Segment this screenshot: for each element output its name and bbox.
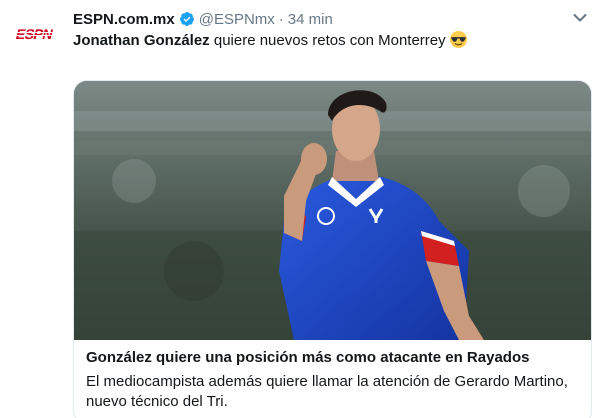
display-name[interactable]: ESPN.com.mx <box>73 11 175 28</box>
tweet-body: quiere nuevos retos con Monterrey <box>209 32 446 49</box>
sunglasses-emoji-icon <box>449 30 468 55</box>
soccer-player-photo <box>74 81 591 340</box>
card-title[interactable]: González quiere una posición más como at… <box>86 348 581 368</box>
espn-logo: ESPN <box>14 27 58 41</box>
separator-dot: · <box>278 10 284 28</box>
timestamp[interactable]: 34 min <box>288 11 333 28</box>
tweet-text: Jonathan González quiere nuevos retos co… <box>73 30 580 55</box>
svg-text:ESPN: ESPN <box>14 27 54 41</box>
chevron-down-icon[interactable] <box>572 10 588 26</box>
card-body[interactable]: González quiere una posición más como at… <box>74 340 591 412</box>
handle[interactable]: @ESPNmx <box>199 11 275 28</box>
tweet-mention: Jonathan González <box>73 32 210 49</box>
verified-badge-icon <box>179 11 195 27</box>
card-description: El mediocampista además quiere llamar la… <box>86 373 568 410</box>
link-card[interactable]: González quiere una posición más como at… <box>73 80 592 418</box>
tweet[interactable]: ESPN ESPN.com.mx @ESPNmx · 34 min Jonath… <box>0 0 600 418</box>
tweet-header: ESPN.com.mx @ESPNmx · 34 min <box>73 9 560 29</box>
card-image[interactable] <box>74 81 591 340</box>
espn-logo-avatar[interactable]: ESPN <box>14 26 58 42</box>
